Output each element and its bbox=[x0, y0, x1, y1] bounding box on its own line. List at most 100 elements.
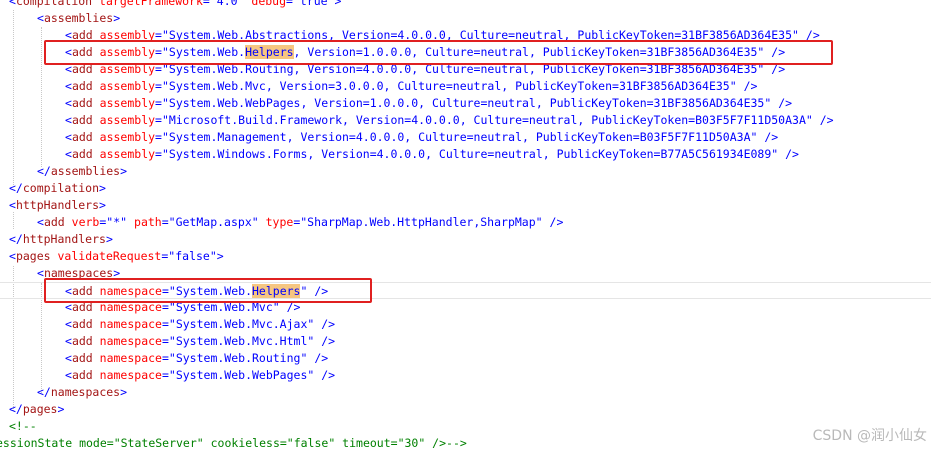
code-line: <add namespace="System.Web.WebPages" /> bbox=[65, 367, 335, 384]
code-line: <add namespace="System.Web.Mvc.Html" /> bbox=[65, 333, 335, 350]
code-token: < bbox=[65, 96, 72, 110]
code-token: compilation bbox=[22, 181, 100, 195]
code-token: = bbox=[155, 130, 162, 144]
code-token: < bbox=[65, 130, 72, 144]
code-token: > bbox=[99, 181, 106, 195]
code-token: namespace bbox=[99, 368, 162, 382]
code-token: "System.Web.WebPages, Version=1.0.0.0, C… bbox=[161, 96, 772, 110]
code-token: < bbox=[9, 249, 16, 263]
code-token: add bbox=[43, 215, 65, 229]
code-token: > bbox=[57, 402, 65, 416]
code-token: = bbox=[155, 147, 162, 161]
code-token: = bbox=[161, 351, 169, 365]
code-token: "GetMap.aspx" bbox=[168, 215, 259, 229]
code-token: namespaces bbox=[50, 385, 121, 399]
code-token: < bbox=[37, 215, 44, 229]
code-token: < bbox=[65, 351, 72, 365]
code-token: add bbox=[71, 130, 93, 144]
code-token: validateRequest bbox=[57, 249, 162, 263]
code-token: "true" bbox=[292, 0, 335, 8]
code-token: /> bbox=[321, 334, 336, 348]
code-line: essionState mode="StateServer" cookieles… bbox=[0, 435, 467, 451]
code-token: /> bbox=[549, 215, 564, 229]
code-editor[interactable]: <compilation targetFramework="4.0" debug… bbox=[0, 0, 931, 451]
code-token: > bbox=[120, 164, 128, 178]
code-token: httpHandlers bbox=[15, 198, 100, 212]
code-token: add bbox=[71, 79, 93, 93]
code-line: <httpHandlers> bbox=[9, 197, 106, 214]
code-token: < bbox=[9, 0, 16, 8]
code-token: "System.Management, Version=4.0.0.0, Cul… bbox=[161, 130, 758, 144]
code-line: <compilation targetFramework="4.0" debug… bbox=[9, 0, 341, 10]
code-token: /> bbox=[778, 96, 793, 110]
code-token: targetFramework bbox=[99, 0, 203, 8]
code-token: "Microsoft.Build.Framework, Version=4.0.… bbox=[161, 113, 813, 127]
code-line: <!-- bbox=[9, 418, 37, 435]
code-token: assembly bbox=[99, 79, 156, 93]
code-token: = bbox=[161, 334, 169, 348]
code-token: = bbox=[286, 0, 293, 8]
code-token: "System.Web.Mvc.Ajax" bbox=[168, 317, 315, 331]
code-line: <add assembly="System.Web.Mvc, Version=3… bbox=[65, 78, 757, 95]
code-token: add bbox=[71, 351, 93, 365]
code-token: /> bbox=[321, 317, 336, 331]
code-token: > bbox=[334, 0, 342, 8]
code-token: assembly bbox=[99, 130, 156, 144]
code-token: add bbox=[71, 334, 93, 348]
code-token: > bbox=[113, 11, 121, 25]
code-token: assembly bbox=[99, 147, 156, 161]
code-line: <pages validateRequest="false"> bbox=[9, 248, 224, 265]
code-token: </ bbox=[37, 164, 51, 178]
code-token: debug bbox=[251, 0, 287, 8]
code-token: = bbox=[202, 0, 210, 8]
code-token: = bbox=[155, 79, 162, 93]
code-line: </pages> bbox=[9, 401, 64, 418]
code-token: namespace bbox=[99, 334, 162, 348]
code-token: compilation bbox=[15, 0, 93, 8]
code-token: > bbox=[216, 249, 224, 263]
code-token: < bbox=[9, 198, 16, 212]
code-token: /> bbox=[785, 147, 799, 161]
code-token: < bbox=[65, 368, 72, 382]
code-token: namespace bbox=[99, 351, 162, 365]
watermark-text: CSDN @润小仙女 bbox=[812, 428, 927, 444]
code-line: <add namespace="System.Web.Mvc.Ajax" /> bbox=[65, 316, 335, 333]
indent-guide bbox=[41, 27, 42, 167]
code-token: "System.Web.WebPages" bbox=[168, 368, 315, 382]
code-line: <add assembly="System.Web.WebPages, Vers… bbox=[65, 95, 792, 112]
code-token: assemblies bbox=[43, 11, 114, 25]
code-token: path bbox=[134, 215, 162, 229]
code-token: add bbox=[71, 113, 93, 127]
code-token: <!-- bbox=[9, 419, 37, 433]
code-token: < bbox=[65, 113, 72, 127]
code-line: <add verb="*" path="GetMap.aspx" type="S… bbox=[37, 214, 563, 231]
code-token: < bbox=[65, 147, 72, 161]
code-token: type bbox=[265, 215, 294, 229]
code-token: = bbox=[155, 113, 162, 127]
code-token: assembly bbox=[99, 96, 156, 110]
code-token: "System.Windows.Forms, Version=4.0.0.0, … bbox=[161, 147, 779, 161]
code-token: assemblies bbox=[50, 164, 121, 178]
code-token: "System.Web.Routing" bbox=[168, 351, 308, 365]
indent-guide bbox=[41, 283, 42, 393]
code-token: < bbox=[65, 317, 72, 331]
code-token: < bbox=[65, 334, 72, 348]
code-token: < bbox=[65, 79, 72, 93]
indent-guide bbox=[13, 212, 14, 229]
indent-guide bbox=[13, 10, 14, 185]
code-token: /> bbox=[743, 79, 758, 93]
code-line: <assemblies> bbox=[37, 10, 120, 27]
code-token: add bbox=[71, 317, 93, 331]
code-token: "4.0" bbox=[209, 0, 245, 8]
code-token: add bbox=[71, 96, 93, 110]
